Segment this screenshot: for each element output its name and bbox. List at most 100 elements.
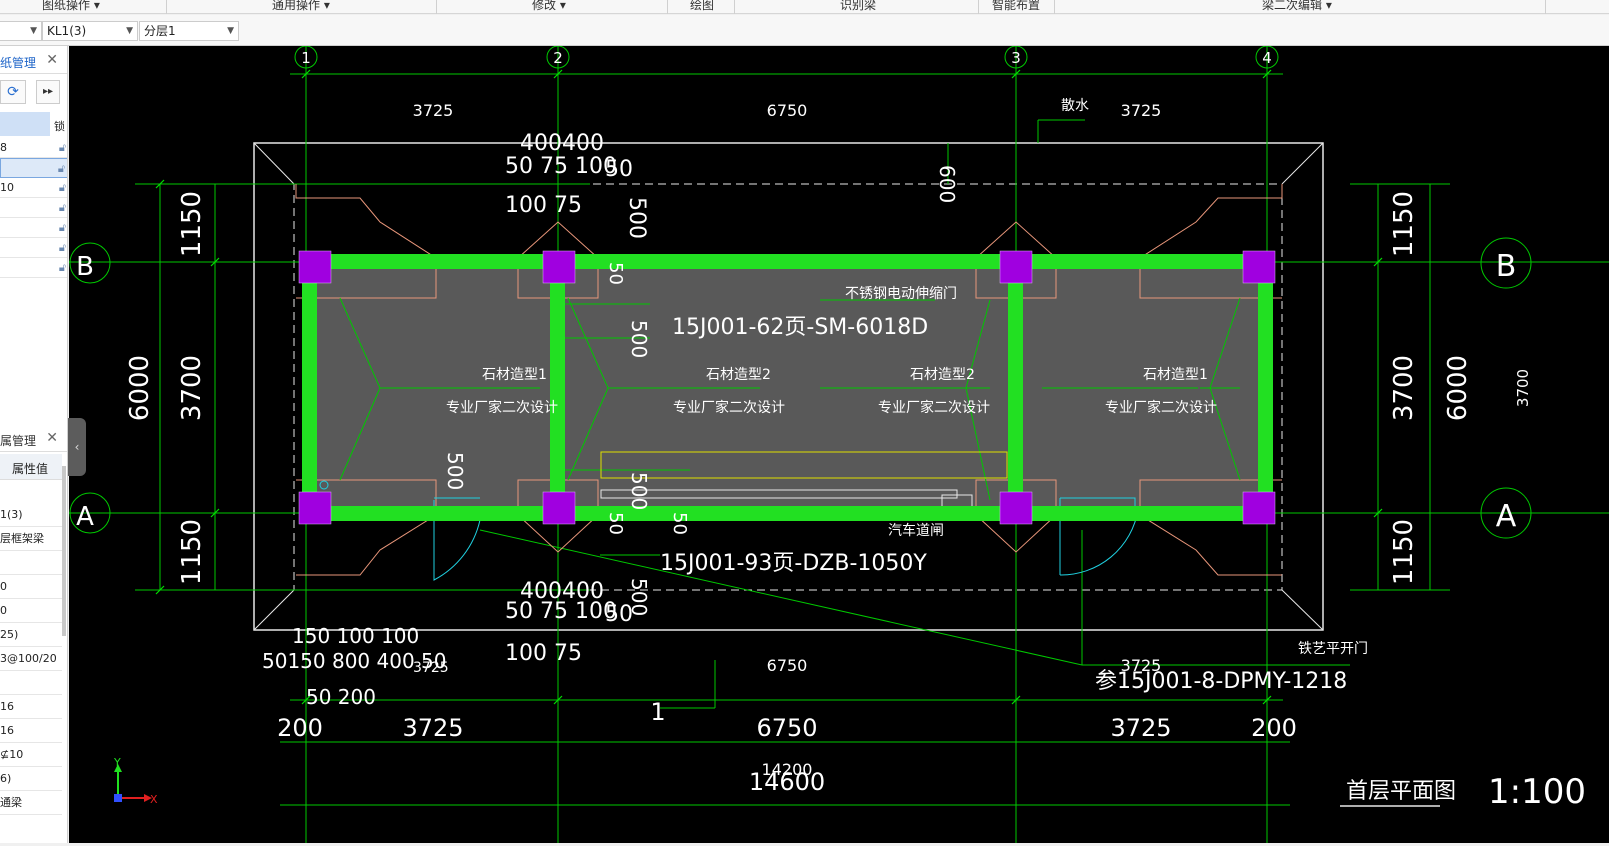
refresh-icon[interactable]: ⟳: [0, 80, 26, 104]
axis-label-top: 3: [1011, 49, 1021, 67]
layer-select[interactable]: 分层1 ▼: [139, 21, 239, 41]
ucs-axis-icon: Y X: [113, 756, 158, 806]
property-value: 0: [0, 580, 7, 593]
property-row[interactable]: 层框架梁: [0, 527, 62, 551]
close-icon[interactable]: ✕: [46, 430, 58, 446]
property-row[interactable]: [0, 671, 62, 695]
property-row[interactable]: 25): [0, 623, 62, 647]
chevron-down-icon: ▼: [30, 26, 37, 36]
lock-icon[interactable]: 🔓︎: [59, 198, 66, 218]
dim-text: 50 75 100: [505, 154, 617, 179]
axis-label-left: A: [76, 502, 94, 532]
drawing-panel-header: 纸管理 ✕: [0, 48, 67, 74]
stone-label: 石材造型1: [1143, 367, 1208, 383]
dim-text: 1150: [1389, 519, 1419, 585]
dim-text: 3725: [413, 660, 449, 676]
lock-icon[interactable]: 🔓︎: [59, 238, 66, 258]
property-row[interactable]: 6): [0, 767, 62, 791]
dim-text: 200: [1251, 714, 1297, 742]
drawing-table-header-cell: [0, 112, 50, 136]
property-row[interactable]: 0: [0, 599, 62, 623]
list-item[interactable]: 8 🔓︎: [0, 138, 67, 158]
list-item[interactable]: 🔓︎: [0, 258, 67, 278]
lock-icon[interactable]: 🔓︎: [58, 159, 65, 179]
cad-drawing[interactable]: 1 2 3 4 B A B A 3725 6750 3725 6750 3725…: [69, 45, 1609, 843]
ribbon-group-identify-beam[interactable]: 识别梁: [840, 0, 876, 13]
lock-icon[interactable]: 🔓︎: [59, 218, 66, 238]
property-value: 层框架梁: [0, 532, 44, 545]
more-icon[interactable]: ▸▸: [36, 80, 60, 104]
property-row[interactable]: 16: [0, 695, 62, 719]
lock-icon[interactable]: 🔓︎: [59, 178, 66, 198]
property-row[interactable]: ⊈10: [0, 743, 62, 767]
property-value: ⊈10: [0, 748, 24, 761]
axis-label-top: 4: [1262, 49, 1272, 67]
axis-label-right: B: [1496, 249, 1517, 284]
ribbon-divider: [1054, 0, 1055, 14]
dim-text: 50: [669, 512, 690, 535]
list-item[interactable]: 🔓︎: [0, 218, 67, 238]
ribbon-group-modify[interactable]: 修改 ▾: [532, 0, 566, 13]
property-row[interactable]: 0: [0, 575, 62, 599]
left-dock-panel: 纸管理 ✕ ⟳ ▸▸ 锁 8 🔓︎ 🔓︎ 10 🔓︎ 🔓︎ 🔓︎ 🔓︎ 🔓︎ 属管理…: [0, 46, 68, 843]
property-value-header: 属性值: [12, 462, 49, 476]
dim-text: 50 200: [306, 685, 376, 709]
ribbon-group-label: 通用操作: [272, 0, 321, 12]
ribbon-bar: 图纸操作 ▾ 通用操作 ▾ 修改 ▾ 绘图 识别梁 智能布置 梁二次编辑 ▾: [0, 0, 1609, 14]
drawing-panel-title: 纸管理: [0, 56, 37, 70]
door-right-name: 铁艺平开门: [1298, 641, 1368, 657]
dim-text: 14600: [749, 768, 825, 796]
drawing-title: 首层平面图: [1346, 779, 1456, 804]
lock-icon[interactable]: 🔓︎: [59, 138, 66, 158]
lock-icon[interactable]: 🔓︎: [59, 258, 66, 278]
list-item[interactable]: 🔓︎: [0, 198, 67, 218]
dim-text: 50 75 100: [505, 599, 617, 624]
ribbon-group-drawing-ops[interactable]: 图纸操作 ▾: [42, 0, 100, 13]
scrollbar[interactable]: [62, 466, 66, 636]
dim-text: 150 100 100: [292, 624, 419, 648]
panel-collapse-handle[interactable]: ‹: [68, 418, 86, 476]
ribbon-group-label: 绘图: [690, 0, 715, 12]
dim-text: 1150: [177, 191, 207, 257]
list-item[interactable]: 10 🔓︎: [0, 178, 67, 198]
list-item-label: 8: [0, 141, 7, 154]
door-top-ref: 15J001-62页-SM-6018D: [672, 315, 928, 340]
ribbon-divider: [1545, 0, 1546, 14]
ribbon-group-general-ops[interactable]: 通用操作 ▾: [272, 0, 330, 13]
element-select-value: KL1(3): [47, 24, 87, 38]
property-value: 16: [0, 724, 14, 737]
list-item[interactable]: 🔓︎: [0, 238, 67, 258]
ribbon-group-smart-layout[interactable]: 智能布置: [992, 0, 1040, 13]
list-item[interactable]: 🔓︎: [0, 158, 67, 179]
dim-text: 500: [443, 452, 467, 490]
dim-text: 100 75: [505, 193, 582, 218]
chevron-left-icon: ‹: [74, 440, 80, 454]
property-row[interactable]: 3@100/20: [0, 647, 62, 671]
list-item-label: 10: [0, 181, 14, 194]
lock-column-header: 锁: [54, 120, 65, 133]
gate-label: 汽车道闸: [888, 522, 944, 539]
property-row[interactable]: [0, 551, 62, 575]
property-row[interactable]: 通梁: [0, 791, 62, 815]
property-row[interactable]: 1(3): [0, 503, 62, 527]
ribbon-group-draw[interactable]: 绘图: [690, 0, 714, 13]
close-icon[interactable]: ✕: [46, 52, 58, 68]
element-select[interactable]: KL1(3) ▼: [42, 21, 138, 41]
property-value: 25): [0, 628, 19, 641]
property-row[interactable]: 16: [0, 719, 62, 743]
dim-text: 3700: [177, 355, 207, 421]
ribbon-group-beam-edit[interactable]: 梁二次编辑 ▾: [1262, 0, 1332, 13]
ribbon-divider: [667, 0, 668, 14]
cad-canvas[interactable]: 1 2 3 4 B A B A 3725 6750 3725 6750 3725…: [69, 45, 1609, 843]
dim-text: 50: [605, 262, 626, 285]
vendor-note: 专业厂家二次设计: [878, 399, 990, 416]
property-value: 6): [0, 772, 12, 785]
ribbon-divider: [734, 0, 735, 14]
ucs-y-label: Y: [113, 756, 121, 769]
axis-label-right: A: [1496, 499, 1517, 534]
element-toolbar: ▼ KL1(3) ▼ 分层1 ▼: [0, 15, 1609, 46]
dim-text: 600: [935, 165, 959, 203]
category-select[interactable]: ▼: [0, 21, 42, 41]
property-table-header: 属性值: [0, 454, 62, 480]
dim-text: 6750: [756, 714, 817, 742]
